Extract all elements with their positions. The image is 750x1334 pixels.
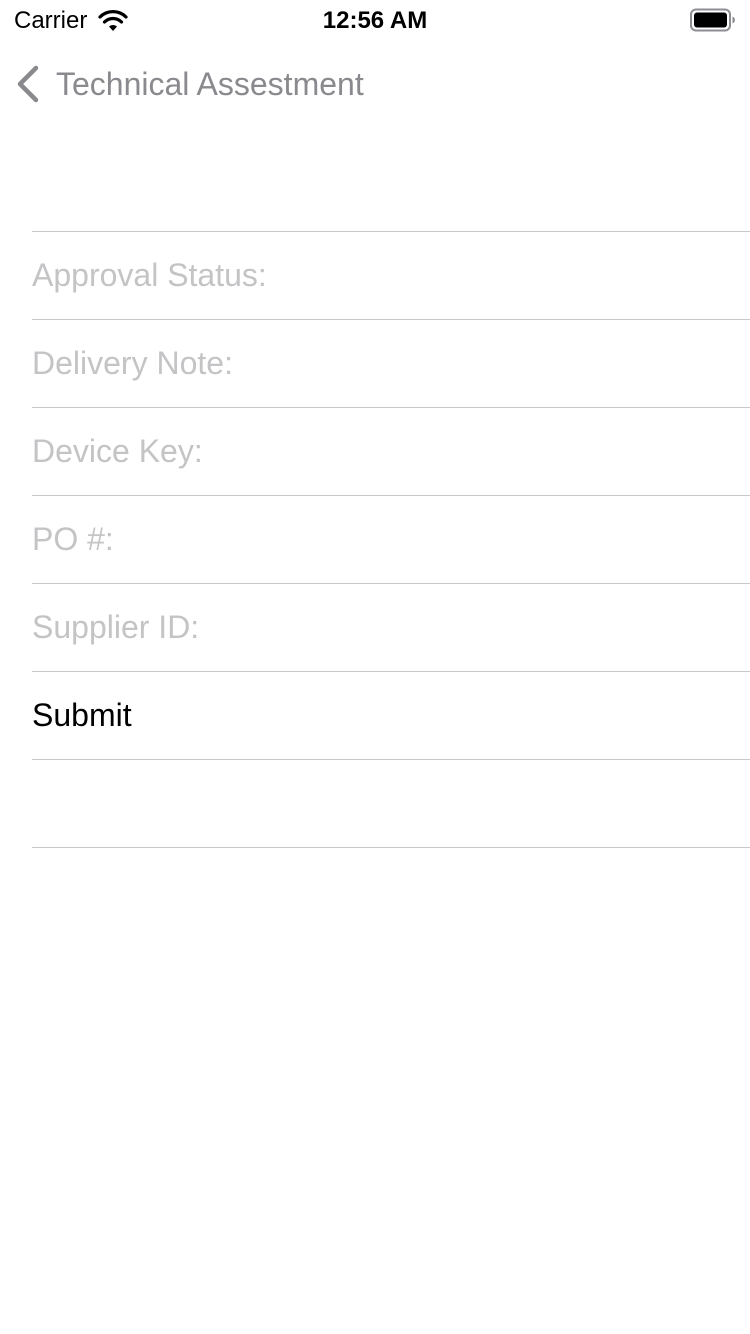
form-list: Submit <box>32 231 750 848</box>
status-time: 12:56 AM <box>322 7 428 34</box>
battery-icon <box>690 8 736 32</box>
status-bar: Carrier 12:56 AM <box>0 0 750 40</box>
navigation-bar: Technical Assestment <box>0 56 750 112</box>
supplier-id-row <box>32 583 750 671</box>
device-key-field[interactable] <box>32 433 732 470</box>
submit-row[interactable]: Submit <box>32 671 750 759</box>
submit-button[interactable]: Submit <box>32 697 132 734</box>
back-button[interactable]: Technical Assestment <box>14 56 364 112</box>
supplier-id-field[interactable] <box>32 609 732 646</box>
approval-status-row <box>32 231 750 319</box>
approval-status-field[interactable] <box>32 257 732 294</box>
back-title: Technical Assestment <box>56 66 364 102</box>
delivery-note-field[interactable] <box>32 345 732 382</box>
delivery-note-row <box>32 319 750 407</box>
po-number-row <box>32 495 750 583</box>
device-key-row <box>32 407 750 495</box>
empty-row <box>32 759 750 848</box>
chevron-left-icon <box>14 64 40 104</box>
po-number-field[interactable] <box>32 521 732 558</box>
